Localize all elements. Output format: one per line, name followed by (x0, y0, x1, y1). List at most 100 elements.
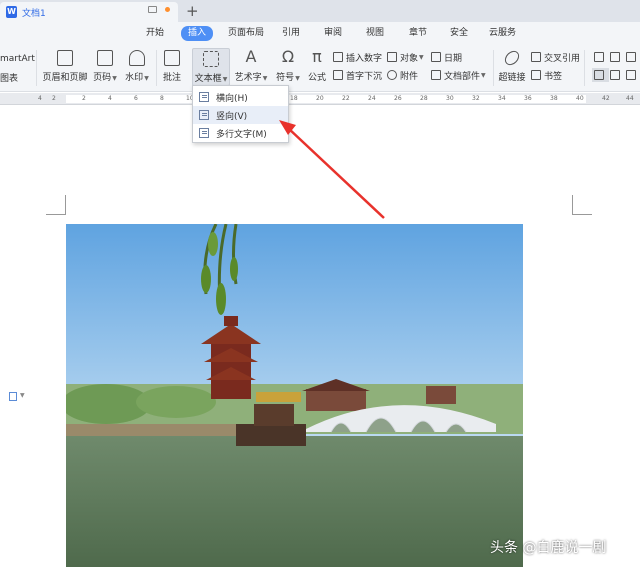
ruler-tick-label: 2 (82, 95, 86, 102)
header-footer-icon (57, 50, 73, 66)
chevron-down-icon: ▼ (295, 75, 300, 82)
chevron-down-icon: ▼ (419, 53, 424, 61)
wordart-button[interactable]: A 艺术字▼ (234, 47, 268, 84)
textbox-button[interactable]: 文本框▼ (192, 48, 230, 86)
ruler-tick-label: 38 (550, 95, 558, 102)
tab-sections[interactable]: 章节 (409, 27, 427, 40)
watermark-button[interactable]: 水印▼ (124, 50, 150, 83)
wrap-icon (594, 70, 604, 80)
comment-icon (164, 50, 180, 66)
symbol-button[interactable]: Ω 符号▼ (275, 47, 301, 84)
menu-item-vertical[interactable]: 竖向(V) (193, 106, 288, 124)
insert-number-button[interactable]: 插入数字 (333, 50, 382, 64)
omega-icon: Ω (281, 47, 295, 66)
monitor-icon[interactable] (148, 6, 157, 13)
chart-label: 图表 (0, 73, 19, 84)
object-button[interactable]: 对象 ▼ (387, 50, 424, 64)
cross-reference-button[interactable]: 交叉引用 (531, 50, 580, 64)
ribbon-divider (36, 50, 37, 86)
chevron-down-icon: ▼ (112, 75, 117, 82)
menu-item-horizontal-label: 横向(H) (216, 93, 248, 104)
frame-button-2[interactable] (610, 50, 623, 64)
tab-view[interactable]: 视图 (366, 27, 384, 40)
writer-doc-icon: W (6, 6, 17, 18)
margin-corner-top-left (46, 195, 66, 215)
tab-references[interactable]: 引用 (282, 27, 300, 40)
attachment-button[interactable]: 附件 (387, 68, 418, 82)
tab-review[interactable]: 审阅 (324, 27, 342, 40)
drop-cap-button[interactable]: 首字下沉 (333, 68, 382, 82)
date-button[interactable]: 日期 (431, 50, 462, 64)
ruler-tick-label: 18 (290, 95, 298, 102)
page-number-button[interactable]: 页码▼ (92, 50, 118, 83)
chevron-down-icon: ▼ (144, 75, 149, 82)
tab-security[interactable]: 安全 (450, 27, 468, 40)
ribbon-divider (156, 50, 157, 86)
object-label: 对象 (400, 53, 419, 64)
multiline-textbox-icon (199, 128, 209, 138)
frame-button-3[interactable] (626, 50, 639, 64)
ribbon-insert: martArt 图表 页眉和页脚 页码▼ 水印▼ 批注 文本框▼ A 艺术字▼ … (0, 44, 640, 92)
wordart-icon: A (245, 47, 257, 66)
menu-item-multiline-label: 多行文字(M) (216, 129, 267, 140)
author-watermark: 头条 @白鹿说一剧 (490, 540, 607, 556)
comment-button[interactable]: 批注 (161, 50, 183, 83)
frame-button-1[interactable] (594, 50, 607, 64)
wrap-button-3[interactable] (626, 68, 639, 82)
symbol-label: 符号 (276, 73, 295, 83)
tab-insert[interactable]: 插入 (181, 26, 214, 41)
ruler-tick-label: 2 (52, 95, 56, 102)
wrap-icon (626, 70, 636, 80)
wrap-button-1[interactable] (592, 68, 609, 82)
menu-item-horizontal[interactable]: 横向(H) (193, 88, 288, 106)
ruler-tick-label: 34 (498, 95, 506, 102)
drop-cap-label: 首字下沉 (346, 71, 383, 82)
paperclip-icon (387, 70, 397, 80)
menu-item-vertical-label: 竖向(V) (216, 111, 248, 122)
chevron-down-icon: ▼ (481, 71, 486, 79)
cross-ref-label: 交叉引用 (544, 53, 581, 64)
number-icon (333, 52, 343, 62)
hyperlink-button[interactable]: 超链接 (497, 48, 527, 83)
wordart-label: 艺术字 (234, 73, 262, 83)
ribbon-divider (584, 50, 585, 86)
doc-part-icon (431, 70, 441, 80)
chevron-down-icon[interactable]: ▼ (20, 392, 25, 399)
tab-page-layout[interactable]: 页面布局 (228, 27, 264, 40)
ribbon-divider (493, 50, 494, 86)
comment-label: 批注 (162, 73, 181, 83)
watermark-label: 水印 (125, 73, 144, 83)
bookmark-icon (531, 70, 541, 80)
ruler-tick-label: 44 (626, 95, 634, 102)
date-label: 日期 (444, 53, 463, 64)
ruler-tick-label: 26 (394, 95, 402, 102)
document-tab-title: 文档1 (22, 8, 46, 19)
ruler-tick-label: 28 (420, 95, 428, 102)
wrap-button-2[interactable] (610, 68, 623, 82)
bookmark-button[interactable]: 书签 (531, 68, 562, 82)
header-footer-label: 页眉和页脚 (42, 73, 88, 83)
ruler-tick-label: 36 (524, 95, 532, 102)
new-tab-button[interactable]: + (186, 2, 199, 20)
doc-part-button[interactable]: 文档部件 ▼ (431, 68, 486, 82)
inserted-photo[interactable] (66, 224, 523, 567)
chart-button[interactable]: 图表 (0, 70, 18, 84)
header-footer-button[interactable]: 页眉和页脚 (42, 50, 88, 83)
attachment-label: 附件 (400, 71, 419, 82)
formula-button[interactable]: π 公式 (306, 48, 328, 84)
ruler-tick-label: 22 (342, 95, 350, 102)
horizontal-ruler[interactable]: 4224681012141618202224262830323436384042… (0, 93, 640, 105)
menu-bar: 开始 插入 页面布局 引用 审阅 视图 章节 安全 云服务 (0, 22, 640, 44)
ruler-tick-label: 30 (446, 95, 454, 102)
tab-cloud[interactable]: 云服务 (489, 27, 516, 40)
document-side-icon[interactable] (9, 392, 17, 401)
tab-home[interactable]: 开始 (146, 27, 164, 40)
link-icon (502, 48, 522, 68)
formula-label: 公式 (307, 73, 326, 83)
ruler-tick-label: 6 (134, 95, 138, 102)
doc-part-label: 文档部件 (444, 71, 481, 82)
smartart-button[interactable]: martArt (0, 52, 35, 66)
chevron-down-icon: ▼ (262, 75, 268, 82)
vertical-textbox-icon (199, 110, 209, 120)
menu-item-multiline[interactable]: 多行文字(M) (193, 124, 288, 142)
